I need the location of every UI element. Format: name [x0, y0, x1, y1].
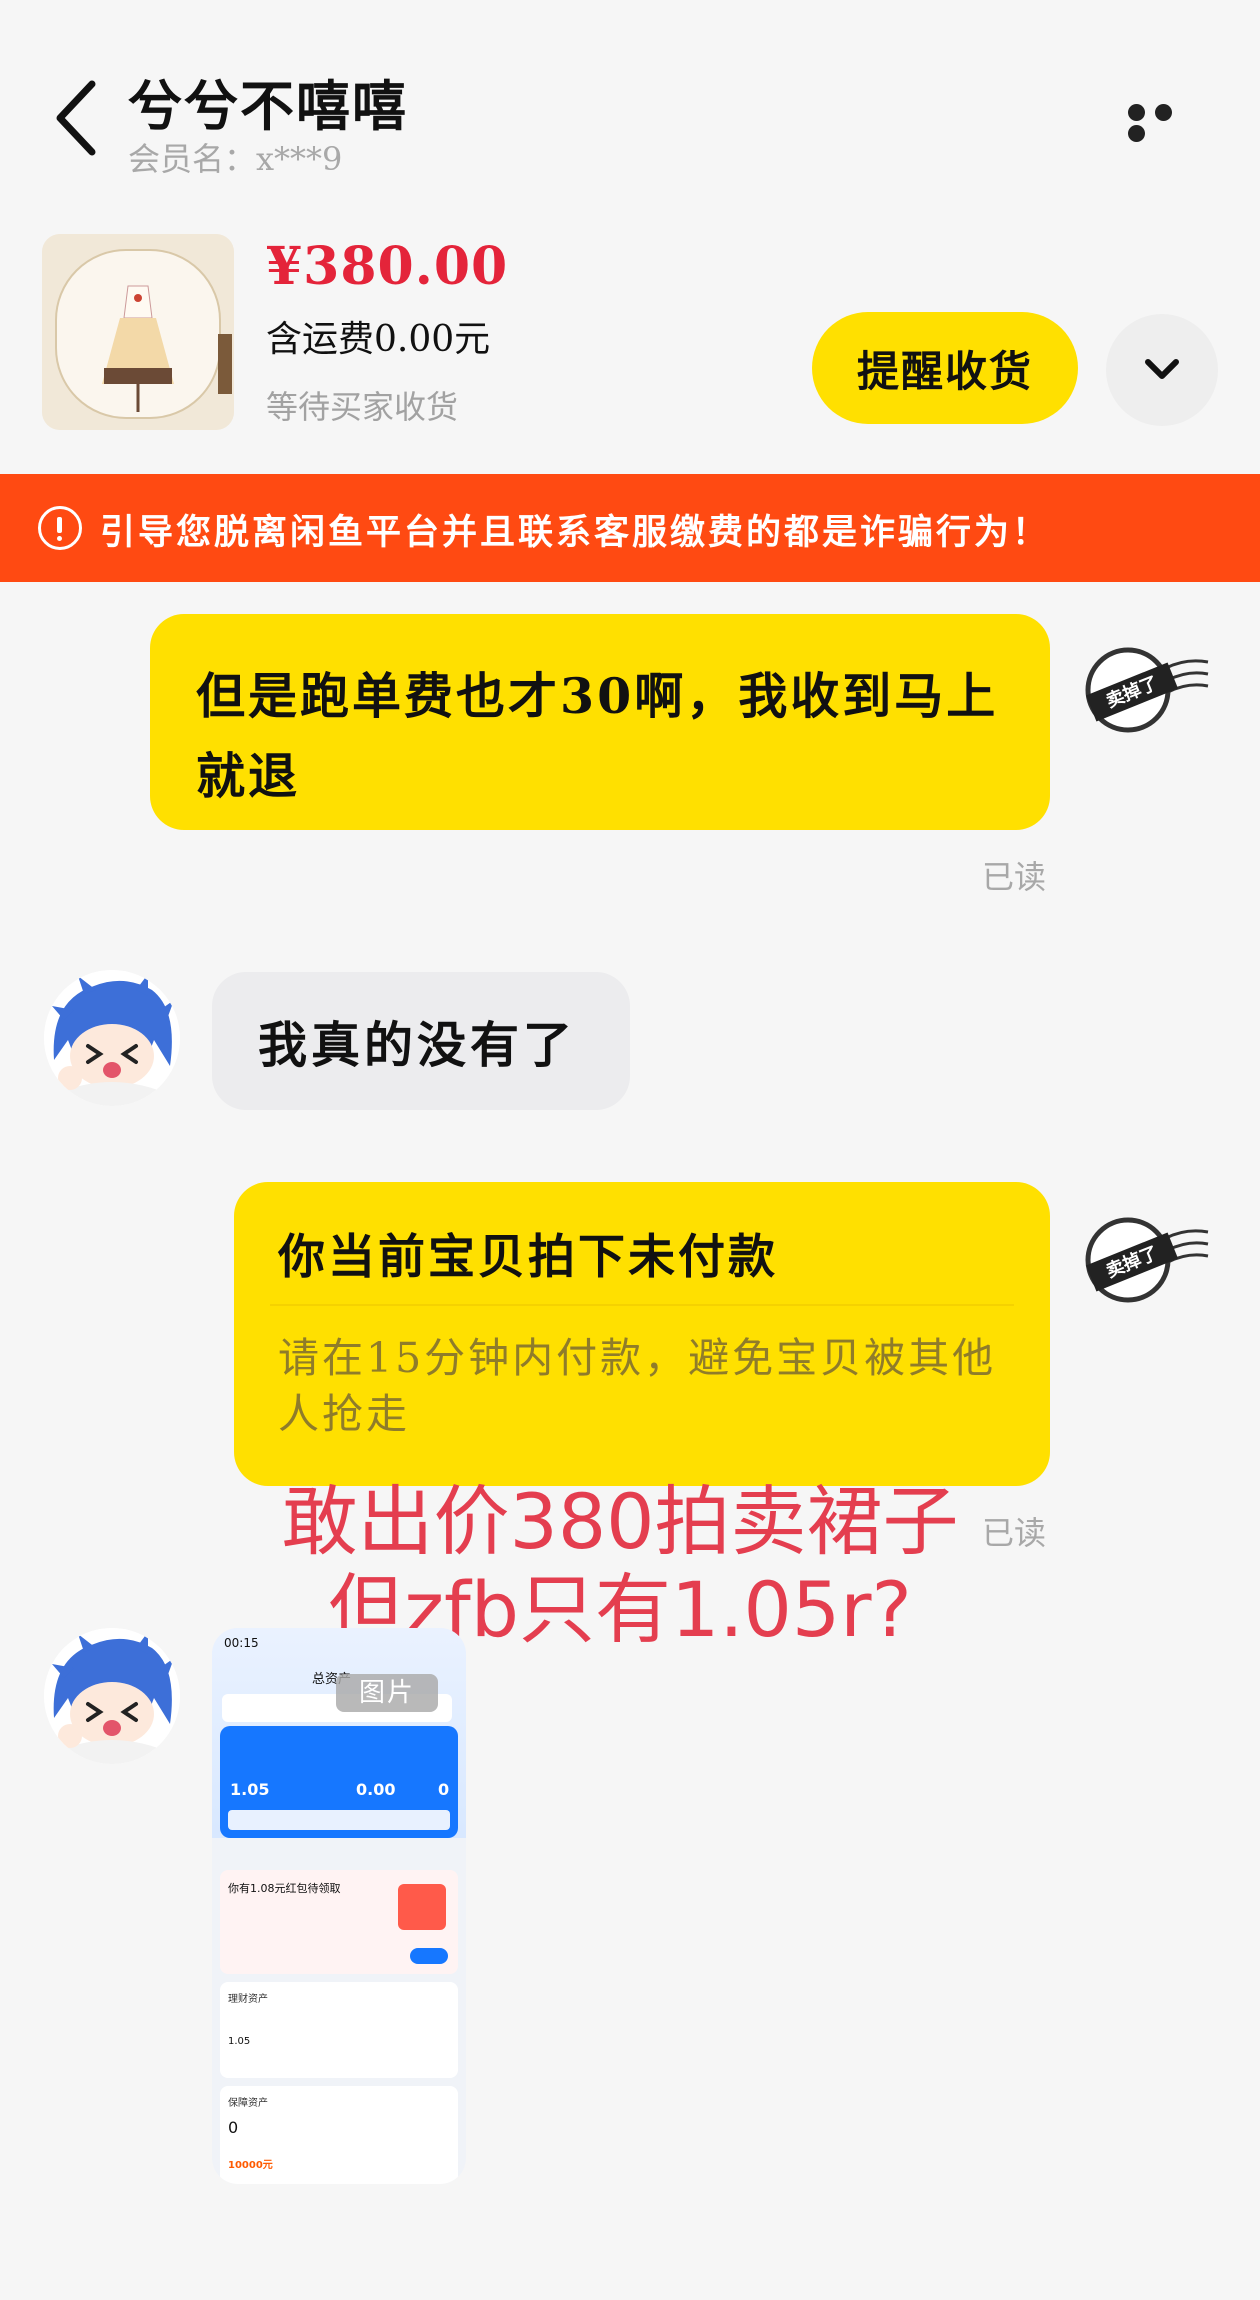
image-message-thumbnail[interactable]: 00:15 总资产 1.05 0.00 0 你有1.08元红包待领取 理财资产 … — [212, 1628, 466, 2184]
card-divider — [270, 1304, 1014, 1306]
shipping-fee: 含运费0.00元 — [266, 319, 491, 360]
card-title: 你当前宝贝拍下未付款 — [278, 1230, 778, 1285]
chevron-down-icon — [1145, 359, 1179, 379]
warning-text: 引导您脱离闲鱼平台并且联系客服缴费的都是诈骗行为！ — [100, 512, 1051, 553]
thumb-yesterday: 0.00 — [356, 1780, 396, 1799]
read-receipt: 已读 — [982, 858, 1047, 896]
thumb-subbar — [228, 1810, 450, 1830]
warning-icon — [38, 506, 82, 550]
thumb-status-time: 00:15 — [224, 1636, 259, 1650]
gift-icon — [398, 1884, 446, 1930]
back-icon[interactable] — [52, 78, 112, 158]
order-status: 等待买家收货 — [266, 388, 459, 426]
thumb-protect: 0 — [438, 1780, 450, 1799]
thumb-promo: 你有1.08元红包待领取 — [220, 1870, 458, 1974]
fraud-warning-banner: 引导您脱离闲鱼平台并且联系客服缴费的都是诈骗行为！ — [0, 474, 1260, 582]
thumb-asset-card: 1.05 0.00 0 — [220, 1726, 458, 1838]
thumb-finance-label: 理财资产 — [228, 1994, 268, 2005]
avatar[interactable] — [44, 1628, 180, 1764]
product-price: ¥380.00 — [266, 236, 509, 297]
product-thumbnail[interactable] — [42, 234, 234, 430]
remind-receipt-button[interactable]: 提醒收货 — [812, 312, 1078, 424]
member-name: 会员名：x***9 — [128, 140, 343, 178]
thumb-finance-section: 理财资产 1.05 — [220, 1982, 458, 2078]
thumb-balance: 1.05 — [230, 1780, 270, 1799]
more-icon[interactable] — [1128, 104, 1208, 142]
overlay-line-1: 敢出价380拍卖裙子 — [281, 1477, 959, 1566]
card-body: 请在15分钟内付款，避免宝贝被其他人抢走 — [278, 1334, 997, 1438]
image-tag: 图片 — [336, 1674, 438, 1712]
thumb-insurance-label: 保障资产 — [228, 2098, 268, 2109]
thumb-insurance-section: 保障资产 0 10000元 — [220, 2086, 458, 2184]
thumb-finance-value: 1.05 — [228, 2036, 251, 2047]
sold-stamp-icon: 卖掉了 — [1082, 640, 1212, 740]
thumb-insurance-count: 0 — [228, 2118, 239, 2137]
chat-title: 兮兮不嘻嘻 — [128, 74, 408, 138]
sold-stamp-icon: 卖掉了 — [1082, 1210, 1212, 1310]
thumb-insurance-amount: 10000元 — [228, 2160, 273, 2171]
sent-message-bubble[interactable]: 但是跑单费也才30啊，我收到马上就退 — [150, 614, 1050, 830]
thumb-promo-text: 你有1.08元红包待领取 — [228, 1882, 341, 1895]
unpaid-order-card[interactable]: 你当前宝贝拍下未付款 请在15分钟内付款，避免宝贝被其他人抢走 — [234, 1182, 1050, 1486]
expand-button[interactable] — [1106, 314, 1218, 426]
thumb-promo-button — [410, 1948, 448, 1964]
received-message-bubble[interactable]: 我真的没有了 — [212, 972, 630, 1110]
avatar[interactable] — [44, 970, 180, 1106]
